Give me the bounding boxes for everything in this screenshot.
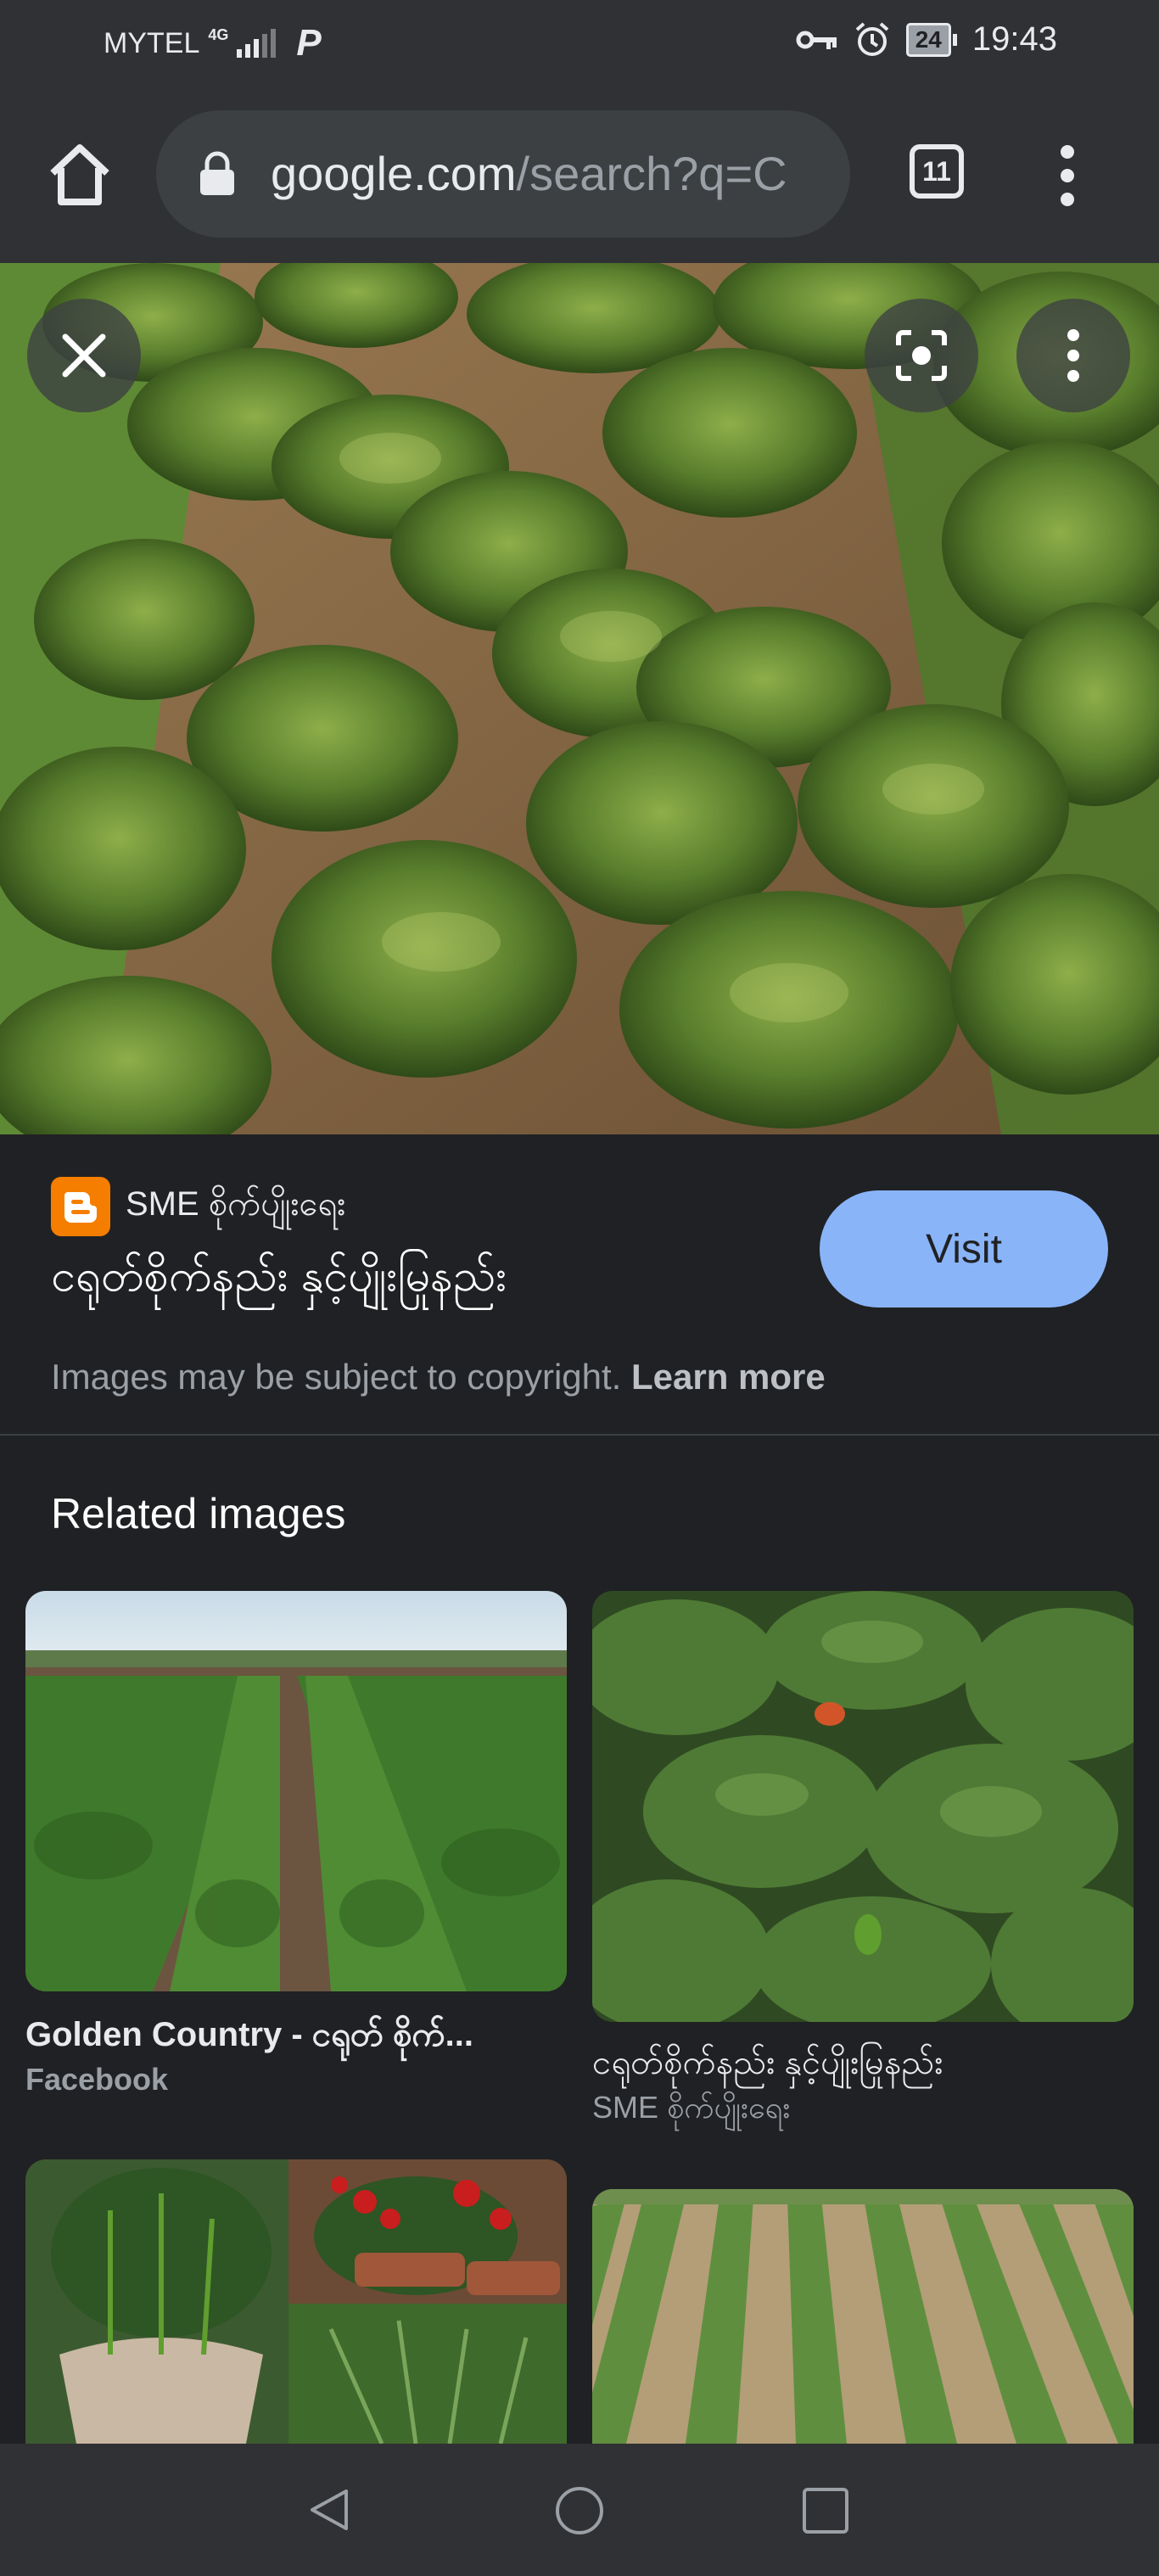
pepper-field-photo — [0, 263, 1159, 1134]
vpn-key-icon — [796, 31, 837, 49]
related-source-2[interactable]: SME စိုက်ပျိုးရေး — [592, 2087, 790, 2133]
google-lens-icon — [896, 330, 947, 381]
app-notification-icon: P — [296, 22, 322, 64]
battery-icon: 24 — [905, 22, 957, 57]
related-source-1[interactable]: Facebook — [25, 2062, 168, 2097]
image-info-panel: SME စိုက်ပျိုးရေး ငရုတ်စိုက်နည်း နှင့်ပျ… — [0, 1134, 1159, 1436]
more-vert-icon[interactable] — [1050, 144, 1084, 207]
related-image-1[interactable] — [25, 1591, 567, 1991]
related-image-3[interactable] — [25, 2159, 567, 2444]
preview-image[interactable] — [0, 263, 1159, 1134]
page-title[interactable]: ငရုတ်စိုက်နည်း နှင့်ပျိုးမြုနည်း — [51, 1248, 507, 1313]
back-icon[interactable] — [304, 2484, 355, 2535]
visit-button[interactable]: Visit — [820, 1190, 1108, 1308]
url-text[interactable]: google.com/search?q=C — [271, 144, 839, 204]
more-vert-icon — [1067, 329, 1079, 382]
status-right: 24 19:43 — [796, 20, 1057, 59]
blogger-icon — [51, 1177, 110, 1236]
close-button[interactable] — [27, 299, 141, 412]
divider — [0, 1434, 1159, 1436]
url-path: /search?q=C — [516, 147, 787, 200]
related-image-2[interactable] — [592, 1591, 1134, 2022]
url-host: google.com — [271, 147, 517, 200]
url-field[interactable]: google.com/search?q=C — [156, 110, 850, 238]
lens-button[interactable] — [865, 299, 978, 412]
recents-icon[interactable] — [801, 2486, 850, 2535]
browser-toolbar: google.com/search?q=C 11 — [0, 85, 1159, 263]
tab-switcher-icon[interactable]: 11 — [910, 144, 964, 199]
home-icon[interactable] — [44, 139, 115, 210]
clock: 19:43 — [971, 20, 1057, 58]
carrier-name: MYTEL — [104, 26, 200, 59]
site-name[interactable]: SME စိုက်ပျိုးရေး — [126, 1182, 345, 1232]
image-menu-button[interactable] — [1016, 299, 1130, 412]
lock-icon[interactable] — [199, 151, 236, 197]
related-title-2[interactable]: ငရုတ်စိုက်နည်း နှင့်ပျိုးမြုနည်း — [592, 2041, 943, 2091]
related-images-heading: Related images — [51, 1490, 346, 1537]
copyright-text: Images may be subject to copyright. — [51, 1357, 622, 1397]
alarm-icon — [855, 21, 889, 56]
status-bar: MYTEL 4G P 24 19:43 — [0, 0, 1159, 85]
learn-more-link[interactable]: Learn more — [631, 1357, 826, 1397]
battery-level: 24 — [905, 22, 951, 57]
copyright-notice: Images may be subject to copyright. Lear… — [51, 1357, 826, 1397]
signal-icon — [237, 29, 277, 58]
related-image-4[interactable] — [592, 2189, 1134, 2444]
network-type: 4G — [208, 25, 229, 43]
status-left: MYTEL 4G P — [104, 22, 322, 64]
related-title-1[interactable]: Golden Country - ငရုတ် စိုက်... — [25, 2013, 473, 2063]
home-nav-icon[interactable] — [553, 2484, 606, 2537]
close-icon — [62, 333, 106, 378]
system-nav-bar — [0, 2444, 1159, 2576]
